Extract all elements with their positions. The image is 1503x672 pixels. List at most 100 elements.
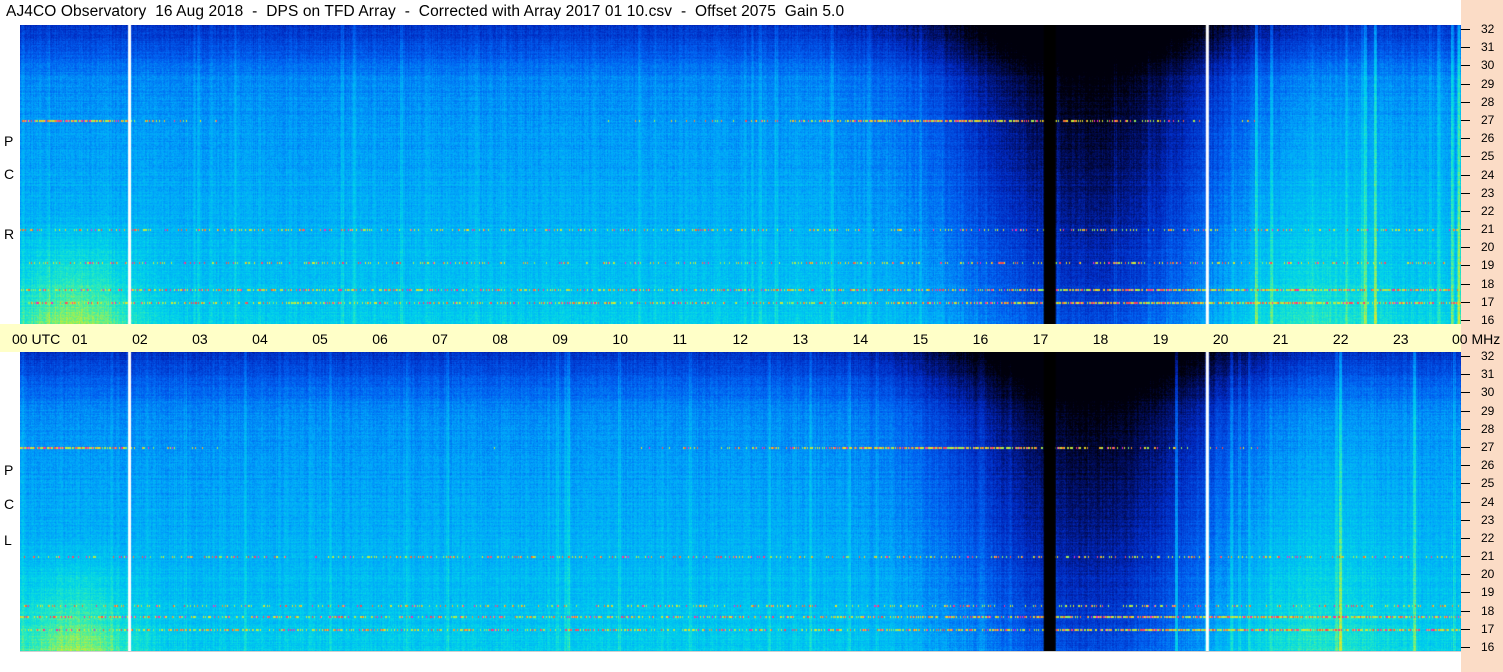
freq-tick-1-25 — [1461, 483, 1470, 484]
chart-title: AJ4CO Observatory 16 Aug 2018 - DPS on T… — [6, 3, 845, 20]
freq-tick-1-19 — [1461, 592, 1470, 593]
freq-label-0-27: 27 — [1481, 113, 1495, 127]
freq-tick-1-31 — [1461, 374, 1470, 375]
freq-label-1-16: 16 — [1481, 640, 1495, 654]
freq-tick-1-16 — [1461, 647, 1470, 648]
freq-tick-1-20 — [1461, 574, 1470, 575]
time-label-23: 23 — [1392, 331, 1409, 347]
rcp-spectrogram-canvas — [20, 25, 1461, 324]
freq-label-1-30: 30 — [1481, 385, 1495, 399]
freq-label-1-21: 21 — [1481, 549, 1495, 563]
rcp-letter-r: R — [4, 226, 15, 242]
time-label-0: 00 UTC — [12, 331, 61, 347]
time-label-22: 22 — [1332, 331, 1349, 347]
lcp-letter-l: L — [4, 532, 12, 548]
utc-time-axis: 00 UTC 01 02 03 04 05 06 07 08 09 10 11 12 13 14 15 16 17… — [0, 324, 1500, 352]
lcp-spectrogram-canvas — [20, 352, 1461, 651]
freq-tick-1-22 — [1461, 538, 1470, 539]
freq-label-0-24: 24 — [1481, 168, 1495, 182]
freq-tick-1-21 — [1461, 556, 1470, 557]
freq-tick-0-20 — [1461, 247, 1470, 248]
time-label-3: 03 — [192, 331, 208, 347]
freq-label-1-19: 19 — [1481, 585, 1495, 599]
freq-tick-1-17 — [1461, 629, 1470, 630]
time-label-6: 06 — [372, 331, 388, 347]
freq-label-0-32: 32 — [1481, 22, 1495, 36]
freq-tick-0-21 — [1461, 229, 1470, 230]
freq-tick-0-25 — [1461, 156, 1470, 157]
freq-label-1-18: 18 — [1481, 604, 1495, 618]
freq-label-0-25: 25 — [1481, 149, 1495, 163]
lcp-letter-p: P — [4, 462, 14, 478]
freq-label-1-17: 17 — [1481, 622, 1495, 636]
freq-label-0-31: 31 — [1481, 40, 1495, 54]
freq-label-0-22: 22 — [1481, 204, 1495, 218]
lcp-letter-c: C — [4, 496, 15, 512]
bottom-border — [20, 651, 1461, 652]
freq-tick-0-27 — [1461, 120, 1470, 121]
freq-tick-0-28 — [1461, 102, 1470, 103]
time-label-7: 07 — [432, 331, 448, 347]
freq-tick-1-32 — [1461, 356, 1470, 357]
rcp-letter-c: C — [4, 166, 15, 182]
time-label-5: 05 — [312, 331, 328, 347]
lcp-spectrogram — [20, 352, 1461, 651]
freq-tick-0-16 — [1461, 320, 1470, 321]
freq-label-0-18: 18 — [1481, 277, 1495, 291]
freq-label-1-26: 26 — [1481, 458, 1495, 472]
time-label-17: 17 — [1032, 331, 1049, 347]
freq-label-0-28: 28 — [1481, 95, 1495, 109]
time-label-4: 04 — [252, 331, 268, 347]
time-label-19: 19 — [1152, 331, 1169, 347]
freq-label-0-29: 29 — [1481, 77, 1495, 91]
freq-label-1-28: 28 — [1481, 422, 1495, 436]
freq-label-0-16: 16 — [1481, 313, 1495, 327]
freq-label-1-23: 23 — [1481, 513, 1495, 527]
freq-tick-0-24 — [1461, 175, 1470, 176]
rcp-label: R C P — [0, 25, 20, 324]
time-label-10: 10 — [612, 331, 628, 347]
freq-label-0-19: 19 — [1481, 258, 1495, 272]
freq-label-1-31: 31 — [1481, 367, 1495, 381]
time-label-8: 08 — [492, 331, 508, 347]
time-label-9: 09 — [552, 331, 568, 347]
freq-label-0-17: 17 — [1481, 295, 1495, 309]
freq-label-0-20: 20 — [1481, 240, 1495, 254]
freq-tick-1-18 — [1461, 611, 1470, 612]
freq-tick-0-19 — [1461, 265, 1470, 266]
rcp-spectrogram — [20, 25, 1461, 324]
time-label-24: 00 MHz — [1452, 331, 1501, 347]
freq-label-1-27: 27 — [1481, 440, 1495, 454]
time-label-2: 02 — [132, 331, 148, 347]
freq-tick-1-27 — [1461, 447, 1470, 448]
freq-label-0-23: 23 — [1481, 186, 1495, 200]
time-label-21: 21 — [1272, 331, 1289, 347]
time-label-11: 11 — [672, 331, 687, 347]
freq-tick-0-29 — [1461, 84, 1470, 85]
freq-tick-1-28 — [1461, 429, 1470, 430]
freq-tick-0-22 — [1461, 211, 1470, 212]
freq-tick-1-30 — [1461, 392, 1470, 393]
freq-tick-1-24 — [1461, 502, 1470, 503]
freq-tick-0-17 — [1461, 302, 1470, 303]
time-label-14: 14 — [852, 331, 869, 347]
freq-tick-1-26 — [1461, 465, 1470, 466]
rcp-letter-p: P — [4, 133, 14, 149]
lcp-label: L C P — [0, 352, 20, 651]
freq-tick-0-23 — [1461, 193, 1470, 194]
freq-label-0-21: 21 — [1481, 222, 1495, 236]
freq-label-0-26: 26 — [1481, 131, 1495, 145]
time-label-16: 16 — [972, 331, 989, 347]
freq-label-1-22: 22 — [1481, 531, 1495, 545]
freq-tick-0-26 — [1461, 138, 1470, 139]
freq-tick-0-32 — [1461, 29, 1470, 30]
freq-tick-1-29 — [1461, 411, 1470, 412]
freq-label-1-24: 24 — [1481, 495, 1495, 509]
freq-tick-0-30 — [1461, 65, 1470, 66]
time-label-20: 20 — [1212, 331, 1229, 347]
freq-label-1-20: 20 — [1481, 567, 1495, 581]
time-label-18: 18 — [1092, 331, 1109, 347]
time-label-15: 15 — [912, 331, 929, 347]
time-label-13: 13 — [792, 331, 809, 347]
freq-tick-0-31 — [1461, 47, 1470, 48]
